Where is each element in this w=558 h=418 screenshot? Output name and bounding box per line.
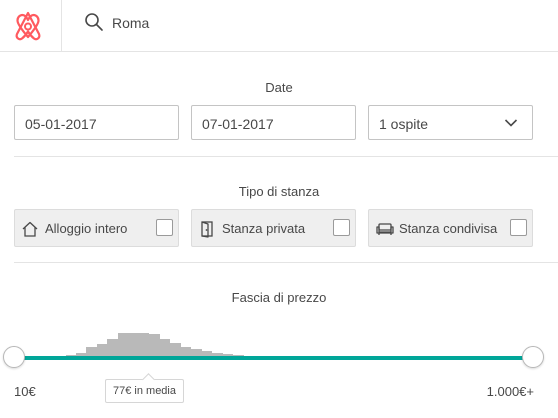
guests-select[interactable]: 1 ospite — [368, 105, 533, 140]
airbnb-logo-icon[interactable] — [13, 9, 43, 42]
price-range-title: Fascia di prezzo — [231, 290, 327, 305]
checkout-date-field[interactable]: 07-01-2017 — [191, 105, 356, 140]
room-type-label: Stanza condivisa — [399, 221, 498, 236]
top-bar — [0, 0, 558, 52]
room-type-entire-home[interactable]: Alloggio intero — [14, 209, 179, 247]
room-type-shared-room[interactable]: Stanza condivisa — [368, 209, 533, 247]
logo-container[interactable] — [0, 0, 62, 52]
checkin-date-field[interactable]: 05-01-2017 — [14, 105, 179, 140]
room-type-label: Alloggio intero — [45, 221, 128, 236]
house-icon — [22, 221, 38, 237]
checkout-date-value: 07-01-2017 — [202, 116, 274, 132]
chevron-down-icon — [504, 119, 518, 127]
divider — [14, 156, 558, 157]
entire-home-checkbox[interactable] — [156, 219, 173, 236]
price-max-label: 1.000€+ — [486, 384, 534, 399]
room-type-label: Stanza privata — [222, 221, 306, 236]
search-input[interactable] — [112, 12, 512, 34]
guests-value: 1 ospite — [379, 116, 429, 132]
shared-room-checkbox[interactable] — [510, 219, 527, 236]
price-min-handle[interactable] — [3, 346, 25, 368]
average-price-tooltip: 77€ in media — [105, 379, 184, 403]
price-max-handle[interactable] — [522, 346, 544, 368]
price-histogram — [66, 333, 275, 358]
private-room-checkbox[interactable] — [333, 219, 350, 236]
checkin-date-value: 05-01-2017 — [25, 116, 97, 132]
divider — [14, 262, 558, 263]
sofa-icon — [376, 223, 394, 235]
price-range-track[interactable] — [14, 356, 534, 360]
price-min-label: 10€ — [14, 384, 36, 399]
room-type-private-room[interactable]: Stanza privata — [191, 209, 356, 247]
search-icon — [85, 13, 103, 31]
dates-title: Date — [265, 80, 293, 95]
door-icon — [201, 221, 213, 238]
room-type-title: Tipo di stanza — [238, 184, 320, 199]
